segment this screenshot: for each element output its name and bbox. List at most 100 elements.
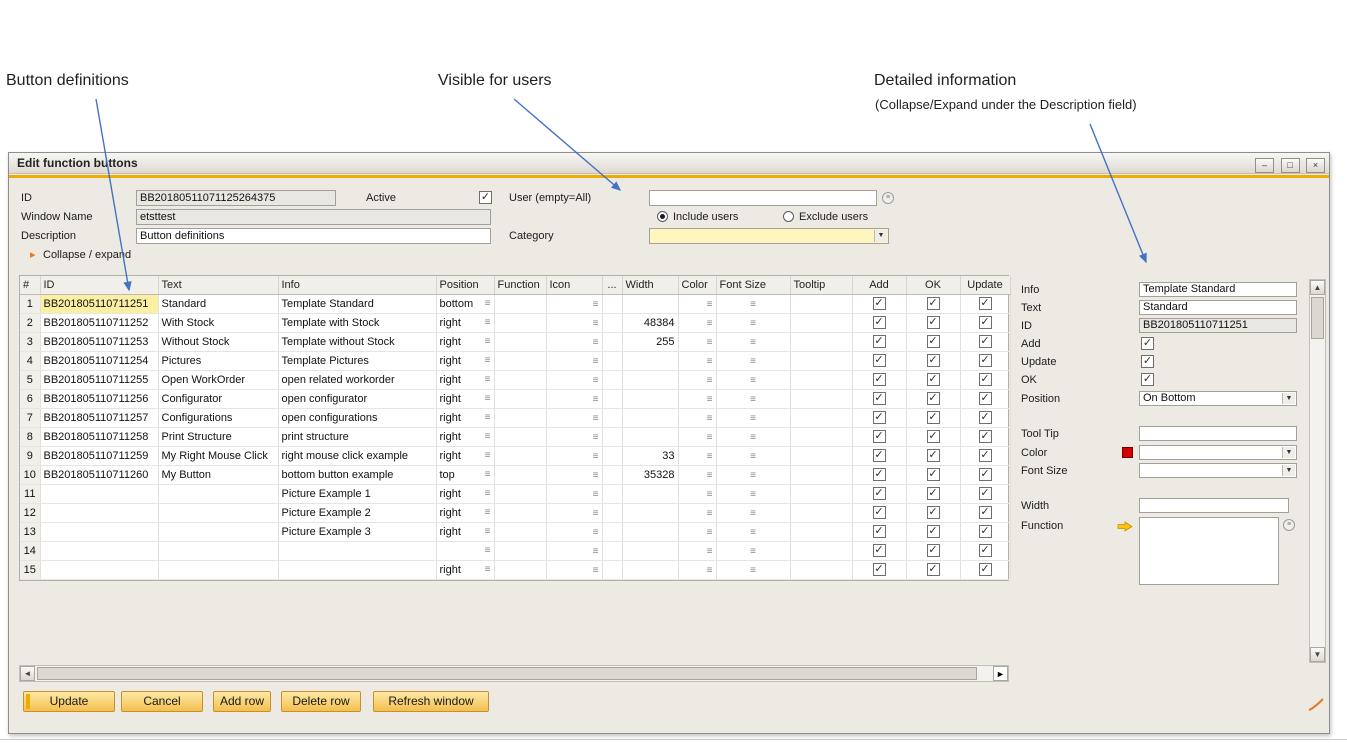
picker-icon[interactable]: ≡ [485, 413, 491, 423]
picker-icon[interactable]: ≡ [593, 470, 599, 481]
detail-update-checkbox[interactable]: ✓ [1141, 355, 1154, 368]
text-cell[interactable] [158, 560, 278, 579]
id-cell[interactable] [40, 541, 158, 560]
text-cell[interactable]: My Button [158, 465, 278, 484]
id-cell[interactable] [40, 503, 158, 522]
info-cell[interactable]: Picture Example 2 [278, 503, 436, 522]
checkbox[interactable]: ✓ [873, 487, 886, 500]
text-cell[interactable]: Standard [158, 294, 278, 313]
checkbox[interactable]: ✓ [873, 449, 886, 462]
picker-icon[interactable]: ≡ [593, 337, 599, 348]
fontsize-cell[interactable]: ≡ [716, 389, 790, 408]
more-cell[interactable] [602, 408, 622, 427]
row-number-cell[interactable]: 5 [20, 370, 40, 389]
info-cell[interactable]: Template with Stock [278, 313, 436, 332]
id-cell[interactable]: BB201805110711255 [40, 370, 158, 389]
tooltip-cell[interactable] [790, 370, 852, 389]
checkbox[interactable]: ✓ [979, 544, 992, 557]
icon-cell[interactable]: ≡ [546, 522, 602, 541]
fontsize-cell[interactable]: ≡ [716, 522, 790, 541]
function-cell[interactable] [494, 332, 546, 351]
icon-cell[interactable]: ≡ [546, 427, 602, 446]
color-cell[interactable]: ≡ [678, 541, 716, 560]
picker-icon[interactable]: ≡ [593, 546, 599, 557]
row-number-cell[interactable]: 6 [20, 389, 40, 408]
picker-icon[interactable]: ≡ [750, 356, 756, 367]
row-number-cell[interactable]: 9 [20, 446, 40, 465]
checkbox[interactable]: ✓ [873, 563, 886, 576]
user-field[interactable] [649, 190, 877, 206]
color-cell[interactable]: ≡ [678, 389, 716, 408]
icon-cell[interactable]: ≡ [546, 389, 602, 408]
description-field[interactable]: Button definitions [136, 228, 491, 244]
picker-icon[interactable]: ≡ [707, 451, 713, 462]
picker-icon[interactable]: ≡ [593, 565, 599, 576]
text-cell[interactable]: Without Stock [158, 332, 278, 351]
tooltip-cell[interactable] [790, 313, 852, 332]
more-cell[interactable] [602, 370, 622, 389]
minimize-icon[interactable]: – [1255, 158, 1274, 173]
info-cell[interactable] [278, 541, 436, 560]
choose-from-list-icon[interactable]: ≡ [882, 192, 894, 204]
checkbox[interactable]: ✓ [979, 354, 992, 367]
checkbox[interactable]: ✓ [927, 354, 940, 367]
text-cell[interactable]: Configurator [158, 389, 278, 408]
id-field[interactable]: BB20180511071125264375 [136, 190, 336, 206]
column-header[interactable]: Info [278, 276, 436, 294]
picker-icon[interactable]: ≡ [707, 546, 713, 557]
function-cell[interactable] [494, 294, 546, 313]
icon-cell[interactable]: ≡ [546, 370, 602, 389]
id-cell[interactable]: BB201805110711251 [40, 294, 158, 313]
tooltip-cell[interactable] [790, 503, 852, 522]
position-cell[interactable]: right≡ [436, 427, 494, 446]
picker-icon[interactable]: ≡ [485, 470, 491, 480]
detail-info-field[interactable]: Template Standard [1139, 282, 1297, 297]
row-number-cell[interactable]: 15 [20, 560, 40, 579]
width-cell[interactable] [622, 541, 678, 560]
id-cell[interactable]: BB201805110711254 [40, 351, 158, 370]
checkbox[interactable]: ✓ [873, 392, 886, 405]
id-cell[interactable]: BB201805110711253 [40, 332, 158, 351]
picker-icon[interactable]: ≡ [707, 375, 713, 386]
link-arrow-icon[interactable] [1117, 521, 1133, 532]
function-cell[interactable] [494, 484, 546, 503]
row-number-cell[interactable]: 10 [20, 465, 40, 484]
width-cell[interactable] [622, 522, 678, 541]
detail-width-field[interactable] [1139, 498, 1289, 513]
cancel-button[interactable]: Cancel [121, 691, 203, 712]
checkbox[interactable]: ✓ [873, 430, 886, 443]
width-cell[interactable]: 255 [622, 332, 678, 351]
color-cell[interactable]: ≡ [678, 560, 716, 579]
row-number-cell[interactable]: 1 [20, 294, 40, 313]
detail-ok-checkbox[interactable]: ✓ [1141, 373, 1154, 386]
position-cell[interactable]: right≡ [436, 370, 494, 389]
picker-icon[interactable]: ≡ [750, 337, 756, 348]
detail-position-dropdown[interactable]: On Bottom ▼ [1139, 391, 1297, 406]
more-cell[interactable] [602, 332, 622, 351]
checkbox[interactable]: ✓ [927, 297, 940, 310]
checkbox[interactable]: ✓ [873, 506, 886, 519]
icon-cell[interactable]: ≡ [546, 465, 602, 484]
chevron-down-icon[interactable]: ▼ [874, 230, 887, 242]
include-users-radio[interactable] [657, 211, 668, 222]
icon-cell[interactable]: ≡ [546, 503, 602, 522]
scroll-up-icon[interactable]: ▲ [1310, 280, 1325, 295]
column-header[interactable]: ID [40, 276, 158, 294]
function-cell[interactable] [494, 522, 546, 541]
text-cell[interactable]: Open WorkOrder [158, 370, 278, 389]
picker-icon[interactable]: ≡ [707, 508, 713, 519]
delete-row-button[interactable]: Delete row [281, 691, 361, 712]
tooltip-cell[interactable] [790, 427, 852, 446]
more-cell[interactable] [602, 522, 622, 541]
id-cell[interactable] [40, 522, 158, 541]
tooltip-cell[interactable] [790, 465, 852, 484]
position-cell[interactable]: right≡ [436, 560, 494, 579]
tooltip-cell[interactable] [790, 408, 852, 427]
row-number-cell[interactable]: 12 [20, 503, 40, 522]
function-cell[interactable] [494, 313, 546, 332]
width-cell[interactable]: 48384 [622, 313, 678, 332]
fontsize-cell[interactable]: ≡ [716, 484, 790, 503]
exclude-users-radio[interactable] [783, 211, 794, 222]
function-cell[interactable] [494, 541, 546, 560]
column-header[interactable]: OK [906, 276, 960, 294]
